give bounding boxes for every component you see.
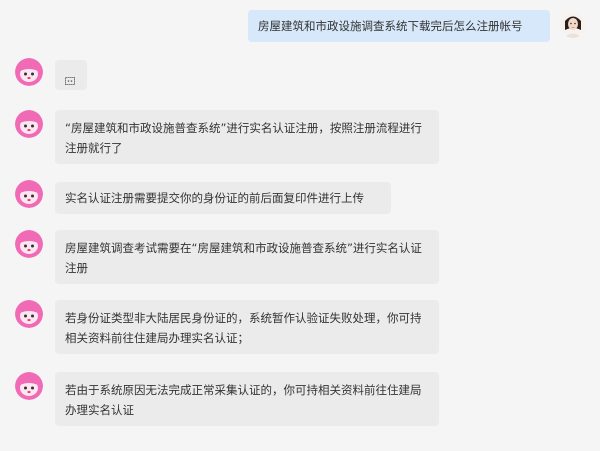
bot-message-text: 房屋建筑调查考试需要在“房屋建筑和市政设施普查系统”进行实名认证注册 [65, 241, 422, 275]
bot-message-row: 实名认证注册需要提交你的身份证的前后面复印件进行上传 [0, 180, 600, 216]
emoji-placeholder-icon [65, 71, 75, 85]
bot-message-bubble: 若由于系统原因无法完成正常采集认证的，你可持相关资料前往住建局办理实名认证 [55, 372, 439, 426]
bot-message-text: “房屋建筑和市政设施普查系统”进行实名认证注册，按照注册流程进行注册就行了 [65, 121, 422, 155]
bot-message-row: 若身份证类型非大陆居民身份证的，系统暂作认验证失败处理，你可持相关资料前往住建局… [0, 300, 600, 355]
bot-message-text: 若由于系统原因无法完成正常采集认证的，你可持相关资料前往住建局办理实名认证 [65, 383, 422, 417]
user-message-text: 房屋建筑和市政设施调查系统下载完后怎么注册帐号 [258, 19, 523, 33]
bot-message-row: 房屋建筑调查考试需要在“房屋建筑和市政设施普查系统”进行实名认证注册 [0, 230, 600, 285]
bot-message-row: 若由于系统原因无法完成正常采集认证的，你可持相关资料前往住建局办理实名认证 [0, 372, 600, 427]
mascot-avatar-icon [15, 230, 43, 258]
mascot-avatar-icon [15, 372, 43, 400]
mascot-avatar-icon [15, 180, 43, 208]
placeholder-bubble [55, 60, 87, 90]
user-message-bubble: 房屋建筑和市政设施调查系统下载完后怎么注册帐号 [248, 10, 550, 42]
mascot-avatar-icon [15, 300, 43, 328]
bot-message-bubble: 房屋建筑调查考试需要在“房屋建筑和市政设施普查系统”进行实名认证注册 [55, 230, 439, 284]
user-message-row: 房屋建筑和市政设施调查系统下载完后怎么注册帐号 [0, 8, 600, 44]
bot-message-bubble: “房屋建筑和市政设施普查系统”进行实名认证注册，按照注册流程进行注册就行了 [55, 110, 439, 164]
bot-message-text: 实名认证注册需要提交你的身份证的前后面复印件进行上传 [65, 191, 364, 205]
mascot-avatar-icon [15, 110, 43, 138]
mascot-avatar-icon [15, 58, 43, 86]
user-avatar-icon [560, 12, 586, 38]
bot-placeholder-row [0, 58, 600, 94]
bot-message-bubble: 若身份证类型非大陆居民身份证的，系统暂作认验证失败处理，你可持相关资料前往住建局… [55, 300, 439, 354]
bot-message-text: 若身份证类型非大陆居民身份证的，系统暂作认验证失败处理，你可持相关资料前往住建局… [65, 311, 422, 345]
bot-message-bubble: 实名认证注册需要提交你的身份证的前后面复印件进行上传 [55, 182, 391, 214]
bot-message-row: “房屋建筑和市政设施普查系统”进行实名认证注册，按照注册流程进行注册就行了 [0, 110, 600, 165]
